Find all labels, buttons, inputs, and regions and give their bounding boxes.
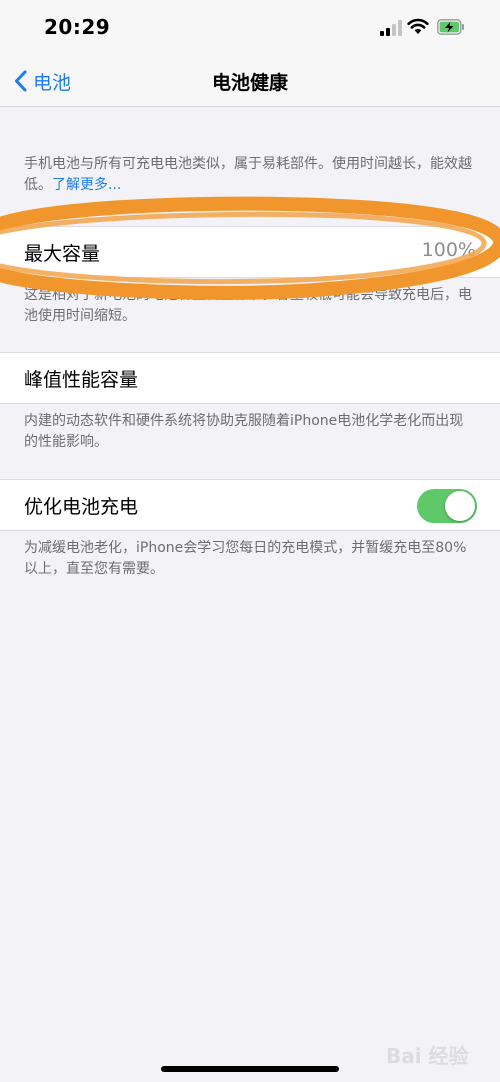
max-capacity-row: 最大容量 100% [0, 226, 500, 278]
peak-performance-row: 峰值性能容量 [0, 352, 500, 404]
max-capacity-label: 最大容量 [24, 243, 101, 265]
intro-note: 手机电池与所有可充电电池类似，属于易耗部件。使用时间越长，能效越低。了解更多..… [24, 154, 476, 196]
max-capacity-value: 100% [421, 239, 476, 261]
watermark-logo: Bai 经验 [386, 1034, 496, 1068]
max-capacity-note: 这是相对于新电池的电池容量衡量标准。容量较低可能会导致充电后，电池使用时间缩短。 [24, 287, 472, 324]
peak-performance-label: 峰值性能容量 [24, 369, 139, 391]
page-title: 电池健康 [211, 72, 288, 94]
battery-charging-icon [437, 19, 464, 35]
optimized-charging-row: 优化电池充电 [0, 479, 500, 531]
optimized-charging-toggle[interactable] [417, 489, 477, 523]
optimized-charging-label: 优化电池充电 [24, 496, 139, 518]
home-indicator[interactable] [161, 1066, 339, 1072]
toggle-knob [445, 491, 475, 521]
cellular-signal-icon [380, 20, 402, 36]
optimized-charging-note: 为减缓电池老化，iPhone会学习您每日的充电模式，并暂缓充电至80%以上，直至… [24, 540, 467, 577]
navigation-bar: 电池 电池健康 [0, 56, 500, 107]
status-time: 20:29 [44, 15, 111, 39]
watermark-text: Bai 经验 [386, 1044, 469, 1068]
peak-performance-note: 内建的动态软件和硬件系统将协助克服随着iPhone电池化学老化而出现的性能影响。 [24, 413, 464, 450]
status-bar: 20:29 [0, 0, 500, 56]
learn-more-link[interactable]: 了解更多... [52, 177, 121, 193]
wifi-icon [407, 18, 429, 34]
